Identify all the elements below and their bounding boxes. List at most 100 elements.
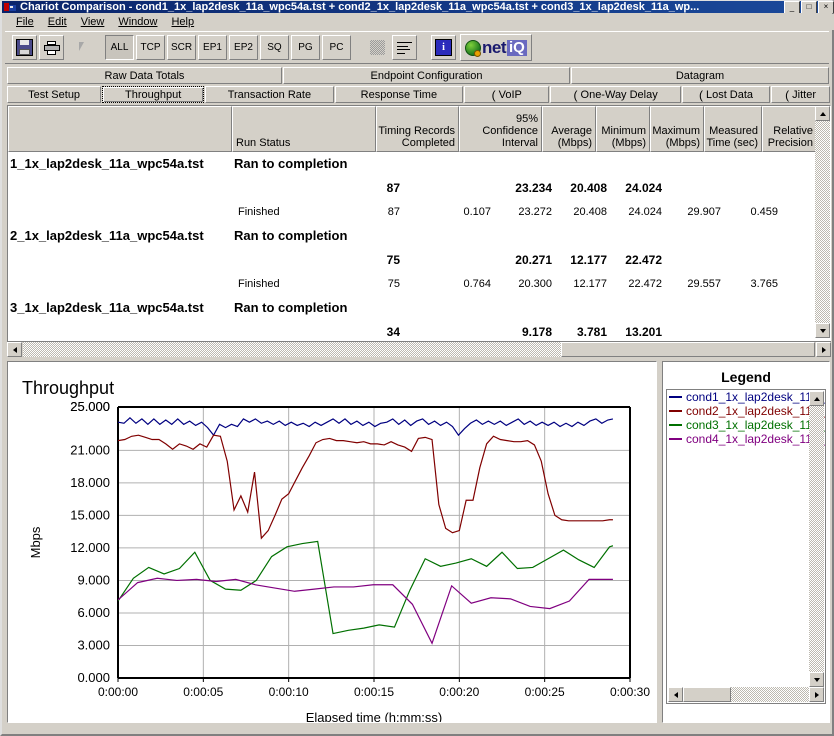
table-row[interactable]: Finished 87 0.107 23.272 20.408 24.024 2… — [8, 201, 817, 225]
print-button[interactable] — [39, 35, 64, 60]
row-measured-time: 29.557 — [687, 278, 721, 290]
tab-one-way-delay[interactable]: (One-Way Delay — [550, 86, 681, 103]
tab-throughput[interactable]: Throughput — [102, 86, 205, 103]
legend-swatch-icon — [669, 396, 682, 398]
col-header-relative-precision-label: Relative Precision — [767, 125, 813, 149]
netiq-logo-button[interactable]: net iQ — [460, 34, 532, 61]
window-controls: _ □ × — [783, 1, 834, 13]
filter-sq-button[interactable]: SQ — [260, 35, 289, 60]
save-button[interactable] — [12, 35, 37, 60]
list-item[interactable]: cond4_1x_lap2desk_11a_ — [667, 432, 825, 446]
filter-pg-label: PG — [298, 42, 313, 53]
table-row[interactable]: 1_1x_lap2desk_11a_wpc54a.tst Ran to comp… — [8, 153, 817, 177]
table-row[interactable]: 75 20.271 12.177 22.472 — [8, 249, 817, 273]
tab-endpoint-configuration[interactable]: Endpoint Configuration — [283, 67, 570, 84]
list-item[interactable]: cond1_1x_lap2desk_11a_ — [667, 390, 825, 404]
tab-response-time[interactable]: Response Time — [334, 86, 464, 103]
tab-jitter[interactable]: (Jitter — [771, 86, 830, 103]
col-header-relative-precision[interactable]: Relative Precision — [762, 106, 817, 152]
legend-list[interactable]: cond1_1x_lap2desk_11a_ cond2_1x_lap2desk… — [666, 389, 826, 704]
col-header-average[interactable]: Average (Mbps) — [542, 106, 596, 152]
svg-text:0:00:30: 0:00:30 — [610, 685, 650, 699]
table-horizontal-scrollbar[interactable] — [7, 341, 831, 357]
results-table: Run Status Timing Records Completed 95% C… — [7, 105, 831, 353]
col-header-run-status[interactable]: Run Status — [232, 106, 376, 152]
row-relative-precision: 3.765 — [750, 278, 778, 290]
tab-test-setup[interactable]: Test Setup — [7, 86, 102, 103]
table-row[interactable]: 87 23.234 20.408 24.024 — [8, 177, 817, 201]
filter-scr-button[interactable]: SCR — [167, 35, 196, 60]
filter-pg-button[interactable]: PG — [291, 35, 320, 60]
maximize-button[interactable]: □ — [801, 1, 817, 13]
throughput-chart[interactable]: 0.000 3.000 6.000 9.000 12.000 15.000 18.000 21… — [8, 362, 656, 722]
row-run-status: Ran to completion — [234, 228, 348, 243]
legend-vscroll-trough[interactable] — [809, 406, 824, 672]
row-maximum: 22.472 — [628, 278, 662, 290]
filter-ep1-button[interactable]: EP1 — [198, 35, 227, 60]
list-item[interactable]: cond2_1x_lap2desk_11a_ — [667, 404, 825, 418]
toolbar: ALL TCP SCR EP1 EP2 SQ PG PC i net iQ — [5, 31, 829, 64]
row-minimum: 20.408 — [570, 181, 607, 195]
tab-raw-data-totals[interactable]: Raw Data Totals — [7, 67, 282, 84]
menu-help[interactable]: Help — [164, 15, 201, 30]
legend-scroll-up-button[interactable] — [809, 391, 824, 406]
filter-tcp-button[interactable]: TCP — [136, 35, 165, 60]
row-test-name: 3_1x_lap2desk_11a_wpc54a.tst — [10, 300, 204, 315]
arrow-left-icon — [673, 691, 678, 698]
table-scroll-left-button[interactable] — [7, 342, 22, 357]
filter-pc-button[interactable]: PC — [322, 35, 351, 60]
select-button[interactable] — [72, 35, 97, 60]
menu-window[interactable]: Window — [111, 15, 164, 30]
row-run-status: Ran to completion — [234, 156, 348, 171]
row-average: 20.300 — [518, 278, 552, 290]
menu-file[interactable]: File — [9, 15, 41, 30]
tab-lost-data[interactable]: (Lost Data — [681, 86, 771, 103]
filter-ep2-button[interactable]: EP2 — [229, 35, 258, 60]
col-header-confidence[interactable]: 95% Confidence Interval — [459, 106, 542, 152]
table-row[interactable]: 2_1x_lap2desk_11a_wpc54a.tst Ran to comp… — [8, 225, 817, 249]
col-header-average-label: Average (Mbps) — [551, 125, 592, 149]
tab-endpoint-configuration-label: Endpoint Configuration — [370, 69, 483, 82]
grid-button[interactable] — [365, 35, 390, 60]
tab-voip-label: VoIP — [498, 88, 522, 101]
col-header-measured-time[interactable]: Measured Time (sec) — [704, 106, 762, 152]
col-header-name[interactable] — [8, 106, 232, 152]
legend-scroll-right-button[interactable] — [809, 687, 824, 702]
table-row[interactable]: 34 9.178 3.781 13.201 — [8, 321, 817, 339]
tab-throughput-label: Throughput — [125, 88, 182, 101]
close-button[interactable]: × — [818, 1, 834, 13]
table-scroll-down-button[interactable] — [815, 323, 830, 338]
col-header-timing-records-label: Timing Records Completed — [378, 125, 455, 149]
table-vertical-scrollbar[interactable] — [815, 106, 830, 338]
legend-vertical-scrollbar[interactable] — [809, 391, 824, 687]
table-row[interactable]: 3_1x_lap2desk_11a_wpc54a.tst Ran to comp… — [8, 297, 817, 321]
legend-hscroll-thumb[interactable] — [683, 687, 731, 702]
tab-voip[interactable]: (VoIP — [464, 86, 550, 103]
col-header-timing-records[interactable]: Timing Records Completed — [376, 106, 459, 152]
svg-text:6.000: 6.000 — [77, 605, 110, 620]
tab-datagram-label: Datagram — [675, 69, 725, 82]
table-scroll-right-button[interactable] — [816, 342, 831, 357]
filter-all-button[interactable]: ALL — [105, 35, 134, 60]
menu-view[interactable]: View — [74, 15, 112, 30]
menu-edit[interactable]: Edit — [41, 15, 74, 30]
col-header-minimum[interactable]: Minimum (Mbps) — [596, 106, 650, 152]
col-header-maximum[interactable]: Maximum (Mbps) — [650, 106, 704, 152]
tab-row-primary: Raw Data Totals Endpoint Configuration D… — [7, 67, 831, 84]
list-item[interactable]: cond3_1x_lap2desk_11a_ — [667, 418, 825, 432]
list-button[interactable] — [392, 35, 417, 60]
table-hscroll-thumb[interactable] — [561, 342, 815, 357]
legend-swatch-icon — [669, 424, 682, 426]
legend-scroll-left-button[interactable] — [668, 687, 683, 702]
tab-datagram[interactable]: Datagram — [571, 67, 829, 84]
tab-transaction-rate[interactable]: Transaction Rate — [205, 86, 334, 103]
arrow-right-icon — [814, 691, 819, 698]
minimize-button[interactable]: _ — [784, 1, 800, 13]
legend-horizontal-scrollbar[interactable] — [668, 687, 824, 702]
info-button[interactable]: i — [431, 35, 456, 60]
table-vscroll-trough[interactable] — [815, 121, 830, 323]
table-scroll-up-button[interactable] — [815, 106, 830, 121]
table-row[interactable]: Finished 75 0.764 20.300 12.177 22.472 2… — [8, 273, 817, 297]
legend-scroll-down-button[interactable] — [809, 672, 824, 687]
tab-lost-data-label: Lost Data — [705, 88, 754, 101]
